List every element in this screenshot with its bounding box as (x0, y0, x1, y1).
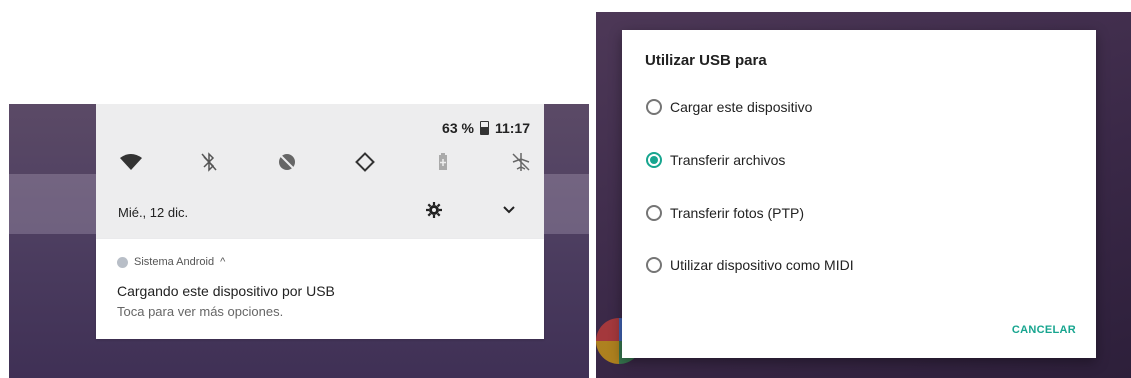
option-transfer-photos[interactable]: Transferir fotos (PTP) (646, 202, 804, 224)
battery-percentage: 63 % (442, 120, 474, 136)
expand-caret[interactable]: ^ (220, 256, 225, 268)
radio-button[interactable] (646, 99, 662, 115)
notification-header: Sistema Android ^ (117, 256, 225, 268)
option-label: Utilizar dispositivo como MIDI (670, 257, 854, 273)
cancel-button[interactable]: CANCELAR (1012, 324, 1076, 336)
notification-text: Toca para ver más opciones. (117, 304, 284, 319)
status-bar: 63 % 11:17 (442, 120, 530, 136)
gear-icon[interactable] (426, 202, 442, 218)
dialog-title: Utilizar USB para (645, 52, 767, 69)
clock: 11:17 (494, 120, 530, 136)
option-label: Transferir archivos (670, 152, 786, 168)
option-label: Transferir fotos (PTP) (670, 205, 805, 221)
option-charge[interactable]: Cargar este dispositivo (646, 96, 812, 118)
chevron-down-icon[interactable] (502, 203, 516, 217)
android-system-icon (117, 256, 128, 268)
usb-notification[interactable]: Sistema Android ^ Cargando este disposit… (96, 239, 544, 339)
radio-button[interactable] (646, 257, 662, 273)
quick-settings-panel: 63 % 11:17 Mié., 12 dic. (96, 104, 544, 239)
option-transfer-files[interactable]: Transferir archivos (646, 149, 785, 171)
date-label: Mié., 12 dic. (118, 205, 189, 220)
quick-settings-tiles (116, 148, 536, 176)
notification-app-name: Sistema Android (134, 256, 215, 268)
battery-icon (479, 121, 489, 135)
option-midi[interactable]: Utilizar dispositivo como MIDI (646, 254, 854, 276)
radio-button[interactable] (646, 205, 662, 221)
wifi-icon[interactable] (116, 149, 146, 175)
bluetooth-off-icon[interactable] (194, 149, 224, 175)
usb-mode-dialog: Utilizar USB para Cargar este dispositiv… (622, 30, 1096, 358)
airplane-mode-icon[interactable] (506, 149, 536, 175)
auto-rotate-icon[interactable] (350, 149, 380, 175)
notification-title: Cargando este dispositivo por USB (117, 283, 335, 299)
battery-saver-icon[interactable] (428, 149, 458, 175)
option-label: Cargar este dispositivo (670, 99, 813, 115)
do-not-disturb-icon[interactable] (272, 149, 302, 175)
radio-button-selected[interactable] (646, 152, 662, 168)
